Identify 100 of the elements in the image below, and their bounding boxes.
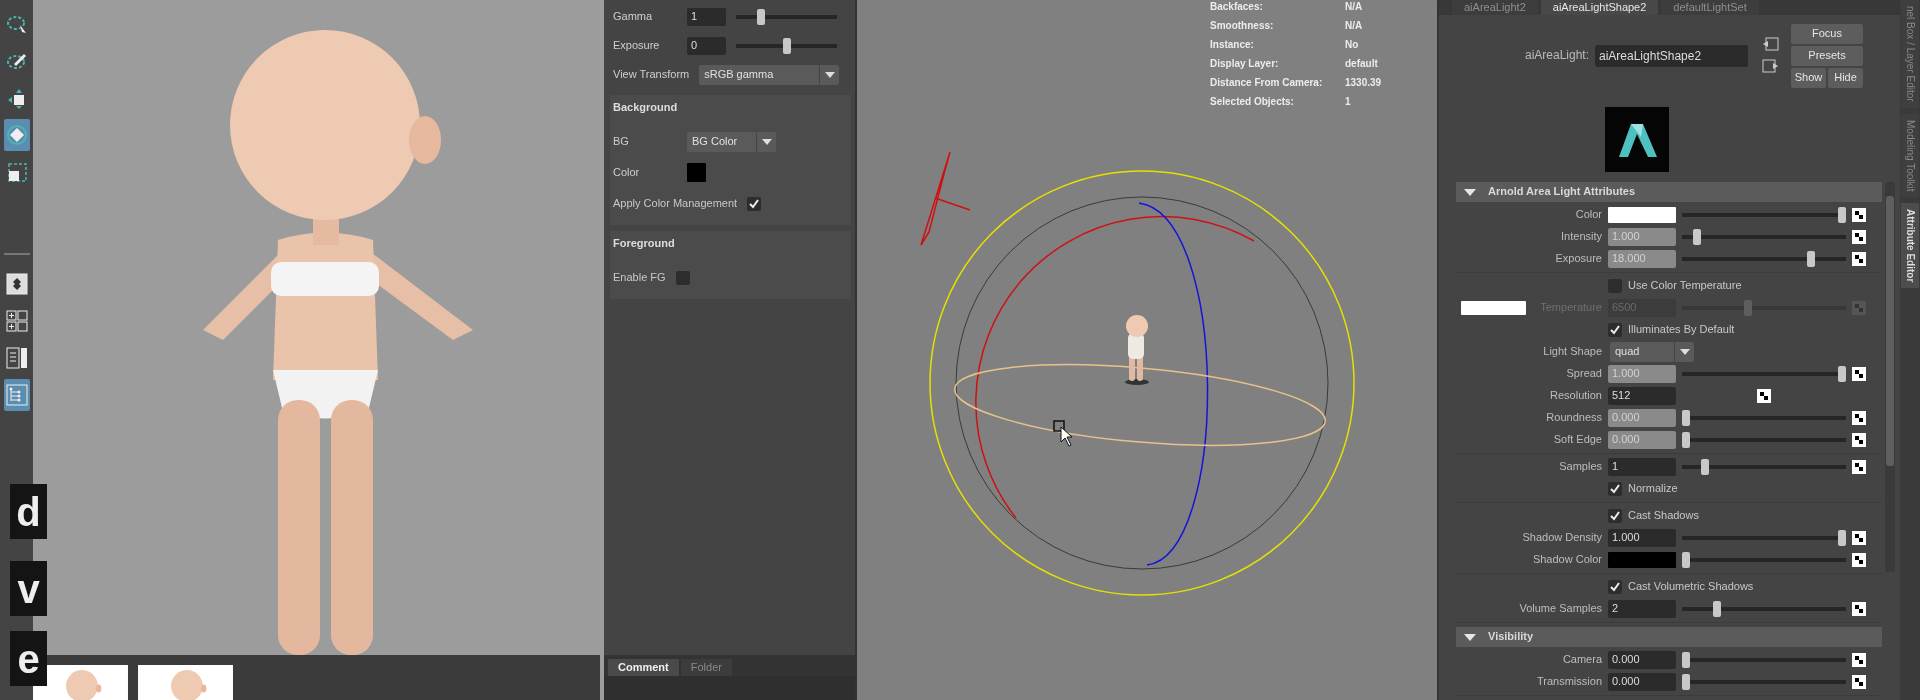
key-caption: e <box>10 631 47 686</box>
slider-thumb[interactable] <box>757 8 766 25</box>
number-field[interactable]: 0.000 <box>1608 651 1676 669</box>
hud-label: Instance: <box>1210 39 1255 51</box>
slider-thumb[interactable] <box>1682 674 1690 690</box>
checker-icon[interactable] <box>1852 460 1866 474</box>
checkbox[interactable] <box>1608 482 1622 496</box>
scrollbar-thumb[interactable] <box>1886 196 1894 466</box>
field-label: Shadow Color <box>1531 553 1602 567</box>
slider-thumb[interactable] <box>1682 652 1690 668</box>
checkbox[interactable] <box>1608 509 1622 523</box>
tab[interactable]: defaultLightSet <box>1661 0 1759 15</box>
input-box-icon[interactable] <box>1762 37 1779 51</box>
color-swatch[interactable] <box>1608 207 1676 223</box>
slider-thumb[interactable] <box>1838 366 1846 382</box>
checker-icon[interactable] <box>1852 301 1866 315</box>
checker-icon[interactable] <box>1852 531 1866 545</box>
slider-thumb[interactable] <box>1682 432 1690 448</box>
caret-icon <box>1679 349 1690 355</box>
tab[interactable]: Comment <box>608 658 679 676</box>
field-label: Spread <box>1565 367 1602 381</box>
tab[interactable]: aiAreaLight2 <box>1452 0 1538 15</box>
cursor-icon <box>1053 420 1073 447</box>
field-label: Color <box>613 166 641 180</box>
name-field[interactable]: aiAreaLightShape2 <box>1595 45 1748 67</box>
number-field[interactable]: 0 <box>687 36 726 55</box>
slider-thumb[interactable] <box>1700 459 1709 475</box>
number-field[interactable]: 0.000 <box>1608 673 1676 691</box>
hud-label: Distance From Camera: <box>1210 77 1324 89</box>
slider-thumb[interactable] <box>1713 601 1722 617</box>
field-label: aiAreaLight: <box>1523 48 1589 63</box>
dropdown[interactable]: BG Color <box>687 131 776 152</box>
checker-icon[interactable] <box>1852 653 1866 667</box>
checkbox-label: Enable FG <box>613 271 666 285</box>
section-header[interactable]: Arnold Area Light Attributes <box>1456 182 1882 202</box>
tab[interactable]: Folder <box>680 658 732 676</box>
checker-icon[interactable] <box>1757 389 1771 403</box>
hud-value: N/A <box>1345 20 1364 32</box>
slider-thumb[interactable] <box>782 37 791 54</box>
field-label: Intensity <box>1560 230 1602 244</box>
slider-thumb[interactable] <box>1806 251 1815 267</box>
section-header[interactable]: Visibility <box>1456 627 1882 647</box>
hud-label: Display Layer: <box>1210 58 1280 70</box>
field-label: Transmission <box>1536 675 1602 689</box>
slider-thumb[interactable] <box>1838 530 1846 546</box>
hud-value: 1330.39 <box>1345 77 1382 89</box>
slider-thumb[interactable] <box>1682 410 1690 426</box>
slider-thumb[interactable] <box>1692 229 1701 245</box>
tab[interactable]: aiAreaLightShape2 <box>1540 0 1659 15</box>
logo-icon <box>1605 107 1669 172</box>
check-icon <box>1609 510 1621 522</box>
button[interactable]: Presets <box>1791 46 1863 66</box>
checker-icon[interactable] <box>1852 553 1866 567</box>
side-tab[interactable]: nel Box / Layer Editor <box>1901 0 1919 108</box>
field-label: Shadow Density <box>1521 531 1602 545</box>
button[interactable]: Show <box>1791 68 1826 88</box>
field-label: Light Shape <box>1542 345 1602 359</box>
checkbox[interactable] <box>675 270 690 285</box>
hud-value: 1 <box>1345 96 1352 108</box>
scrollbar[interactable] <box>1885 182 1895 572</box>
checker-icon[interactable] <box>1852 230 1866 244</box>
checker-icon[interactable] <box>1852 208 1866 222</box>
scale-icon <box>6 161 28 183</box>
dropdown[interactable]: sRGB gamma <box>699 64 840 85</box>
checkbox[interactable] <box>747 196 762 211</box>
button[interactable]: Focus <box>1791 24 1863 44</box>
field-label: Roundness <box>1545 411 1602 425</box>
side-tab[interactable]: Attribute Editor <box>1901 203 1919 289</box>
field-label: Exposure <box>1554 252 1602 266</box>
color-swatch[interactable] <box>687 163 706 183</box>
check-icon <box>1609 324 1621 336</box>
hud-label: Smoothness: <box>1210 20 1275 32</box>
field-label: BG <box>613 135 630 149</box>
number-field[interactable]: 1 <box>1608 458 1676 476</box>
dropdown[interactable]: quad <box>1610 342 1694 362</box>
output-box-icon[interactable] <box>1762 59 1779 73</box>
number-field[interactable]: 2 <box>1608 600 1676 618</box>
number-field[interactable]: 1 <box>687 7 726 26</box>
slider-thumb[interactable] <box>1682 552 1690 568</box>
single-view-icon <box>6 273 28 295</box>
checker-icon[interactable] <box>1852 602 1866 616</box>
number-field[interactable]: 1.000 <box>1608 529 1676 547</box>
number-field[interactable]: 512 <box>1608 387 1676 405</box>
lasso-icon <box>6 13 28 35</box>
side-tab[interactable]: Modeling Toolkit <box>1901 113 1919 198</box>
checkbox-label: Cast Volumetric Shadows <box>1628 580 1754 594</box>
checker-icon[interactable] <box>1852 252 1866 266</box>
color-swatch[interactable] <box>1608 552 1676 568</box>
checker-icon[interactable] <box>1852 433 1866 447</box>
hud-label: Backfaces: <box>1210 1 1264 13</box>
hud-value: N/A <box>1345 1 1364 13</box>
checker-icon[interactable] <box>1852 411 1866 425</box>
slider-thumb[interactable] <box>1838 207 1846 223</box>
checkbox[interactable] <box>1608 323 1622 337</box>
button[interactable]: Hide <box>1828 68 1863 88</box>
checker-icon[interactable] <box>1852 367 1866 381</box>
field-label: Color <box>1574 208 1602 222</box>
checkbox[interactable] <box>1608 580 1622 594</box>
checker-icon[interactable] <box>1852 675 1866 689</box>
figure-drawing[interactable] <box>1125 315 1149 385</box>
